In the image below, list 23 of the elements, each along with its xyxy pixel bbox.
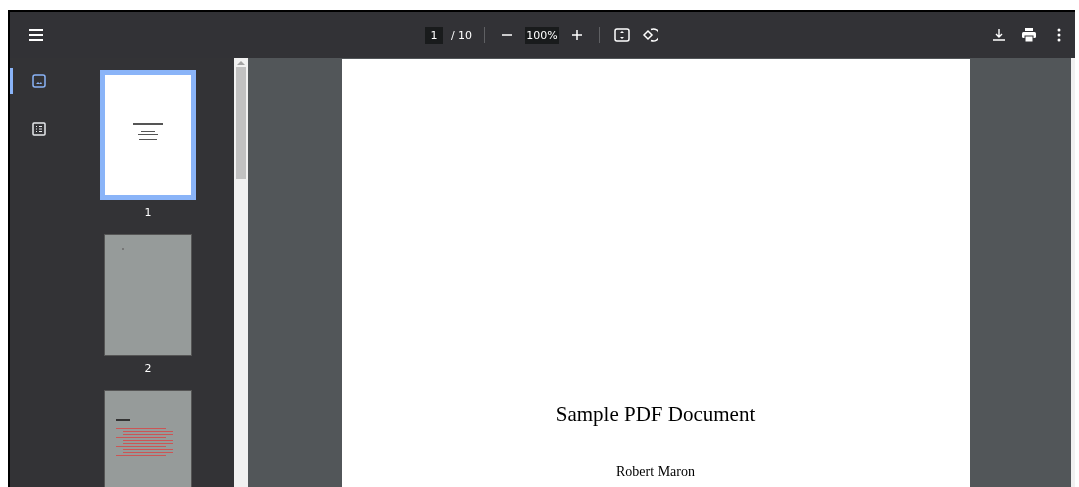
thumbnail-page-number: 2 — [144, 362, 152, 377]
outline-view-icon — [31, 122, 46, 136]
page-count: / 10 — [450, 28, 473, 42]
page-thumbnail[interactable] — [100, 70, 196, 200]
scrollbar[interactable] — [234, 58, 248, 487]
page-number-field[interactable]: 1 — [424, 26, 443, 44]
fit-page-icon — [614, 27, 631, 43]
menu-icon — [28, 28, 44, 42]
rotate-icon — [642, 27, 659, 43]
more-icon — [1056, 28, 1062, 42]
rotate-button[interactable] — [640, 25, 661, 45]
fit-page-button[interactable] — [612, 25, 633, 45]
zoom-field[interactable]: 100% — [525, 26, 560, 44]
plus-icon — [571, 29, 584, 41]
thumbnail-page-number: 1 — [144, 206, 152, 221]
print-button[interactable] — [1019, 25, 1039, 45]
document-author: Robert Maron — [616, 464, 695, 480]
printer-icon — [1021, 28, 1037, 42]
download-icon — [992, 28, 1006, 42]
document-title: Sample PDF Document — [555, 402, 756, 427]
page-thumbnail[interactable] — [104, 234, 192, 356]
page-thumbnail[interactable] — [104, 390, 192, 487]
thumbnail-view-icon — [31, 74, 46, 88]
